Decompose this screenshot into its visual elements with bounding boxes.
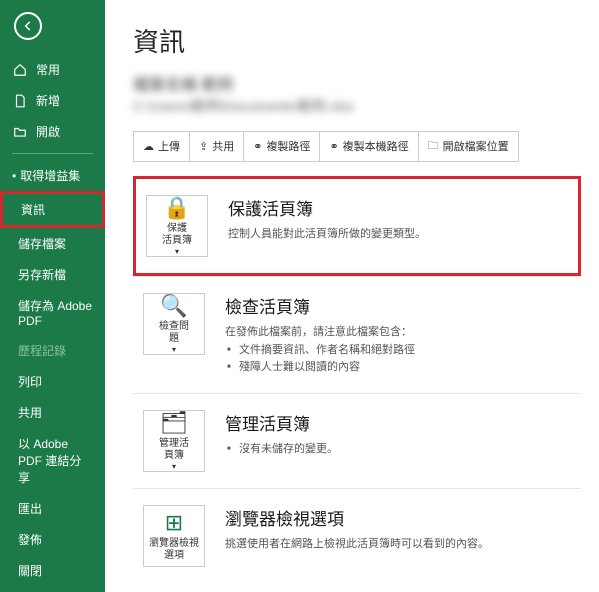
manage-workbook-button[interactable]: 🗂 管理活 頁簿▾ [143,410,205,472]
copy-path-button[interactable]: ⚭ 複製路徑 [244,131,320,162]
protect-workbook-section: 🔒 保護 活頁簿▾ 保護活頁簿 控制人員能對此活頁簿所做的變更類型。 [133,176,581,276]
btn-label: 瀏覽器檢視 選項 [149,538,199,562]
manage-workbook-section: 🗂 管理活 頁簿▾ 管理活頁簿 沒有未儲存的變更。 [133,394,581,488]
link-icon: ⚭ [253,140,262,153]
browser-view-section: ⊞ 瀏覽器檢視 選項 瀏覽器檢視選項 挑選使用者在網路上檢視此活頁簿時可以看到的… [133,489,581,583]
nav-adobe-pdf-link[interactable]: 以 Adobe PDF 連結分享 [0,428,105,493]
section-title: 瀏覽器檢視選項 [225,505,571,530]
page-title: 資訊 [133,22,581,59]
inspect-workbook-section: 🔍 檢查問 題▾ 檢查活頁簿 在發佈此檔案前，請注意此檔案包含： 文件摘要資訊、… [133,277,581,393]
section-text: 挑選使用者在網路上檢視此活頁簿時可以看到的內容。 [225,536,571,554]
back-button[interactable] [14,12,42,40]
lock-icon: 🔒 [163,195,190,221]
nav-new[interactable]: 新增 [0,85,105,116]
nav-label: 匯出 [18,500,42,517]
cloud-upload-icon: ☁ [143,140,154,153]
nav-label: 以 Adobe PDF 連結分享 [18,435,93,486]
open-folder-icon [12,124,28,140]
chevron-down-icon: ▾ [175,247,179,257]
folder-icon: 🗀 [428,137,439,156]
nav-label: 新增 [36,92,60,109]
chevron-down-icon: ▾ [172,345,176,355]
new-doc-icon [12,93,28,109]
btn-label: 上傳 [158,138,180,154]
nav-close[interactable]: 關閉 [0,555,105,586]
nav-saveas[interactable]: 另存新檔 [0,259,105,290]
nav-separator [12,153,93,154]
btn-label: 保護 活頁簿 [162,223,192,247]
btn-label: 檢查問 題 [159,321,189,345]
browser-view-options-button[interactable]: ⊞ 瀏覽器檢視 選項 [143,505,205,567]
check-issues-button[interactable]: 🔍 檢查問 題▾ [143,293,205,355]
section-title: 管理活頁簿 [225,410,571,435]
link-icon: ⚭ [329,140,338,153]
section-title: 保護活頁簿 [228,195,568,220]
nav-open[interactable]: 開啟 [0,116,105,147]
nav-label: 另存新檔 [18,266,66,283]
nav-label: 歷程記錄 [18,342,66,359]
main-backstage-panel: 資訊 檔案名稱 範例 C:\Users\範例\Documents\範例.xlsx… [105,0,599,592]
upload-button[interactable]: ☁ 上傳 [133,131,190,162]
btn-label: 複製本機路徑 [343,138,409,154]
nav-print[interactable]: 列印 [0,366,105,397]
nav-addins[interactable]: •取得增益集 [0,160,105,191]
share-button[interactable]: ⇪ 共用 [190,131,244,162]
btn-label: 複製路徑 [266,138,310,154]
section-text: 控制人員能對此活頁簿所做的變更類型。 [228,226,568,244]
inspect-icon: 🔍 [160,293,187,319]
nav-label: 儲存為 Adobe PDF [18,297,93,328]
nav-info[interactable]: 資訊 [0,191,105,228]
nav-save-adobe-pdf[interactable]: 儲存為 Adobe PDF [0,290,105,335]
section-lead: 在發佈此檔案前，請注意此檔案包含： [225,324,571,342]
doc-name: 檔案名稱 範例 [133,75,581,97]
nav-label: 發佈 [18,531,42,548]
nav-label: 儲存檔案 [18,235,66,252]
nav-label: 關閉 [18,562,42,579]
doc-path: C:\Users\範例\Documents\範例.xlsx [133,98,354,114]
share-icon: ⇪ [199,140,208,153]
nav-label: 共用 [18,404,42,421]
home-icon [12,62,28,78]
nav-publish[interactable]: 發佈 [0,524,105,555]
nav-history: 歷程記錄 [0,335,105,366]
bullet-item: 文件摘要資訊、作者名稱和絕對路徑 [225,342,571,360]
nav-label: 列印 [18,373,42,390]
info-toolbar: ☁ 上傳 ⇪ 共用 ⚭ 複製路徑 ⚭ 複製本機路徑 🗀開啟檔案位置 [133,131,581,162]
open-file-location-button[interactable]: 🗀開啟檔案位置 [419,131,519,162]
nav-label: 常用 [36,61,60,78]
nav-label: 開啟 [36,123,60,140]
nav-label: 取得增益集 [20,167,80,184]
nav-share[interactable]: 共用 [0,397,105,428]
bullet-item: 沒有未儲存的變更。 [225,441,571,459]
nav-save[interactable]: 儲存檔案 [0,228,105,259]
btn-label: 開啟檔案位置 [443,138,509,154]
nav-export[interactable]: 匯出 [0,493,105,524]
document-path-block: 檔案名稱 範例 C:\Users\範例\Documents\範例.xlsx [133,75,581,117]
btn-label: 管理活 頁簿 [159,438,189,462]
nav-label: 資訊 [21,201,45,218]
manage-icon: 🗂 [160,410,188,436]
excel-browser-icon: ⊞ [165,510,183,536]
chevron-down-icon: ▾ [172,462,176,472]
nav-home[interactable]: 常用 [0,54,105,85]
bullet-item: 殘障人士難以閱讀的內容 [225,359,571,377]
copy-local-path-button[interactable]: ⚭ 複製本機路徑 [320,131,418,162]
btn-label: 共用 [212,138,234,154]
section-title: 檢查活頁簿 [225,293,571,318]
back-arrow-icon [21,19,35,33]
backstage-sidebar: 常用 新增 開啟 •取得增益集 資訊 儲存檔案 另存新檔 儲存為 Adobe P… [0,0,105,592]
protect-workbook-button[interactable]: 🔒 保護 活頁簿▾ [146,195,208,257]
